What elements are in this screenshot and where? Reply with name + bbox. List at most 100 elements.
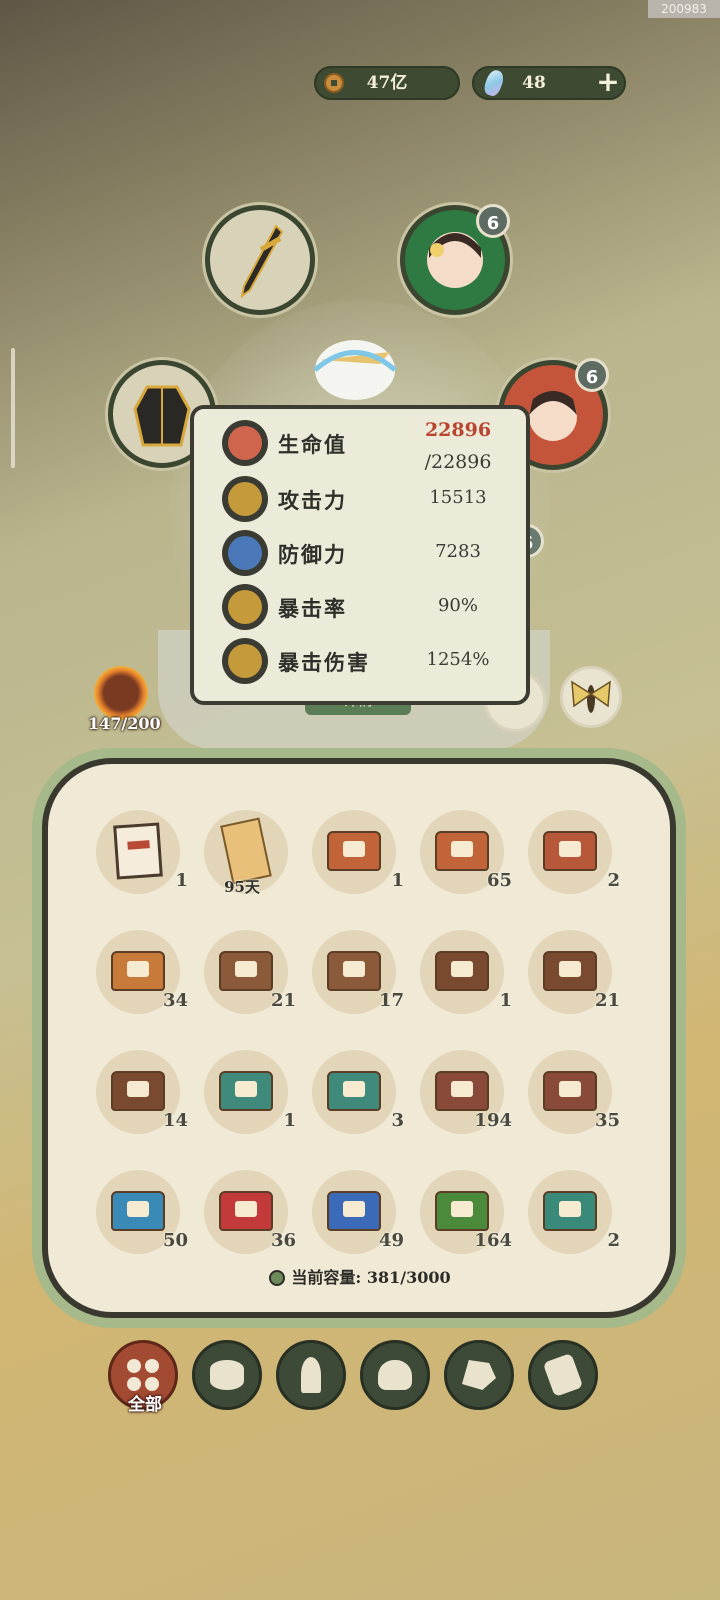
item-count: 36 [270, 1230, 296, 1251]
robe-icon [133, 385, 191, 447]
inventory-item[interactable]: 49 [300, 1166, 408, 1266]
inventory-item[interactable]: 2 [516, 806, 624, 906]
item-count: 1 [499, 990, 512, 1011]
chest-icon [540, 944, 600, 998]
stat-hp-max: /22896 [424, 451, 492, 473]
scroll-map-icon [542, 1352, 584, 1398]
companion-portrait [427, 232, 483, 288]
tab-herbs[interactable] [276, 1340, 346, 1410]
stat-hp: 生命值 22896 /22896 [222, 417, 512, 473]
inventory-item[interactable]: 17 [300, 926, 408, 1026]
inventory-item[interactable]: 1 [408, 926, 516, 1026]
chest-icon [540, 1184, 600, 1238]
plus-icon[interactable]: + [594, 68, 622, 97]
chest-icon [324, 1184, 384, 1238]
stat-def-value: 7283 [435, 541, 481, 562]
item-count: 3 [391, 1110, 404, 1131]
item-count: 95天 [224, 878, 260, 896]
capacity-row: 当前容量: 381/3000 [0, 1264, 720, 1288]
inventory-item[interactable]: 34 [84, 926, 192, 1026]
crit-rate-icon [222, 584, 268, 630]
stat-crit-dmg-label: 暴击伤害 [278, 650, 370, 675]
item-count: 2 [607, 870, 620, 891]
chest-icon [216, 1184, 276, 1238]
weapon-slot[interactable] [205, 205, 315, 315]
energy-counter: 147/200 [88, 714, 161, 733]
item-count: 21 [594, 990, 620, 1011]
stat-crit-rate-label: 暴击率 [278, 596, 347, 621]
item-count: 1 [391, 870, 404, 891]
moth-slot[interactable] [560, 666, 622, 728]
rice-bowl-icon [378, 1360, 412, 1390]
log-icon [210, 1360, 244, 1390]
tab-wood[interactable] [192, 1340, 262, 1410]
stat-hp-label: 生命值 [278, 432, 347, 457]
inventory-item[interactable]: 2 [516, 1166, 624, 1266]
inventory-item[interactable]: 1 [84, 806, 192, 906]
chest-icon [324, 824, 384, 878]
item-count: 65 [486, 870, 512, 891]
scroll-icon [216, 817, 276, 885]
inventory-item[interactable]: 65 [408, 806, 516, 906]
item-count: 34 [162, 990, 188, 1011]
capacity-label: 当前容量: [291, 1268, 362, 1287]
inventory-item[interactable]: 21 [516, 926, 624, 1026]
heart-icon [222, 420, 268, 466]
gem-amount: 48 [522, 73, 546, 93]
inventory-item[interactable]: 3 [300, 1046, 408, 1146]
item-count: 35 [594, 1110, 620, 1131]
inventory-item[interactable]: 35 [516, 1046, 624, 1146]
tab-scrolls[interactable] [528, 1340, 598, 1410]
gem-counter: 48 + [472, 66, 626, 100]
attack-icon [222, 476, 268, 522]
item-count: 194 [474, 1110, 512, 1131]
side-drawer-handle[interactable] [11, 348, 15, 468]
tab-ore[interactable] [444, 1340, 514, 1410]
hammer-card-icon [108, 822, 168, 880]
stat-crit-rate: 暴击率 90% [222, 581, 512, 631]
inventory-item[interactable]: 164 [408, 1166, 516, 1266]
item-count: 1 [283, 1110, 296, 1131]
inventory-item[interactable]: 95天 [192, 806, 300, 906]
stat-atk-label: 攻击力 [278, 488, 347, 513]
item-count: 50 [162, 1230, 188, 1251]
inventory-item[interactable]: 36 [192, 1166, 300, 1266]
chest-icon [540, 824, 600, 878]
inventory-item[interactable]: 194 [408, 1046, 516, 1146]
inventory-item[interactable]: 14 [84, 1046, 192, 1146]
tab-food[interactable] [360, 1340, 430, 1410]
hero-figure[interactable] [300, 330, 410, 410]
stats-popup: 生命值 22896 /22896 攻击力 15513 防御力 7283 暴击率 … [190, 405, 530, 705]
chest-icon [324, 1064, 384, 1118]
grid-icon [127, 1359, 159, 1391]
chest-icon [432, 824, 492, 878]
chest-icon [540, 1064, 600, 1118]
inventory-item[interactable]: 1 [192, 1046, 300, 1146]
coin-counter: 47亿 [314, 66, 460, 100]
item-count: 2 [607, 1230, 620, 1251]
companion-portrait [529, 391, 577, 441]
capacity-value: 381/3000 [366, 1268, 451, 1287]
item-count: 164 [474, 1230, 512, 1251]
ore-icon [462, 1360, 496, 1390]
stat-crit-rate-value: 90% [437, 595, 478, 616]
coin-amount: 47亿 [366, 73, 408, 93]
inventory-item[interactable]: 50 [84, 1166, 192, 1266]
energy-avatar-icon[interactable] [94, 666, 148, 720]
stat-crit-dmg: 暴击伤害 1254% [222, 635, 512, 685]
corner-id: 200983 [648, 0, 720, 18]
bag-icon [269, 1270, 286, 1286]
item-count: 49 [378, 1230, 404, 1251]
inventory-item[interactable]: 21 [192, 926, 300, 1026]
stat-atk-value: 15513 [429, 487, 487, 508]
item-count: 17 [378, 990, 404, 1011]
stat-hp-current: 22896 [424, 419, 492, 441]
chest-icon [216, 1064, 276, 1118]
stat-atk: 攻击力 15513 [222, 473, 512, 523]
companion-top-level: 6 [476, 204, 510, 238]
item-count: 1 [175, 870, 188, 891]
inventory-item[interactable]: 1 [300, 806, 408, 906]
chest-icon [108, 944, 168, 998]
crit-damage-icon [222, 638, 268, 684]
chest-icon [216, 944, 276, 998]
